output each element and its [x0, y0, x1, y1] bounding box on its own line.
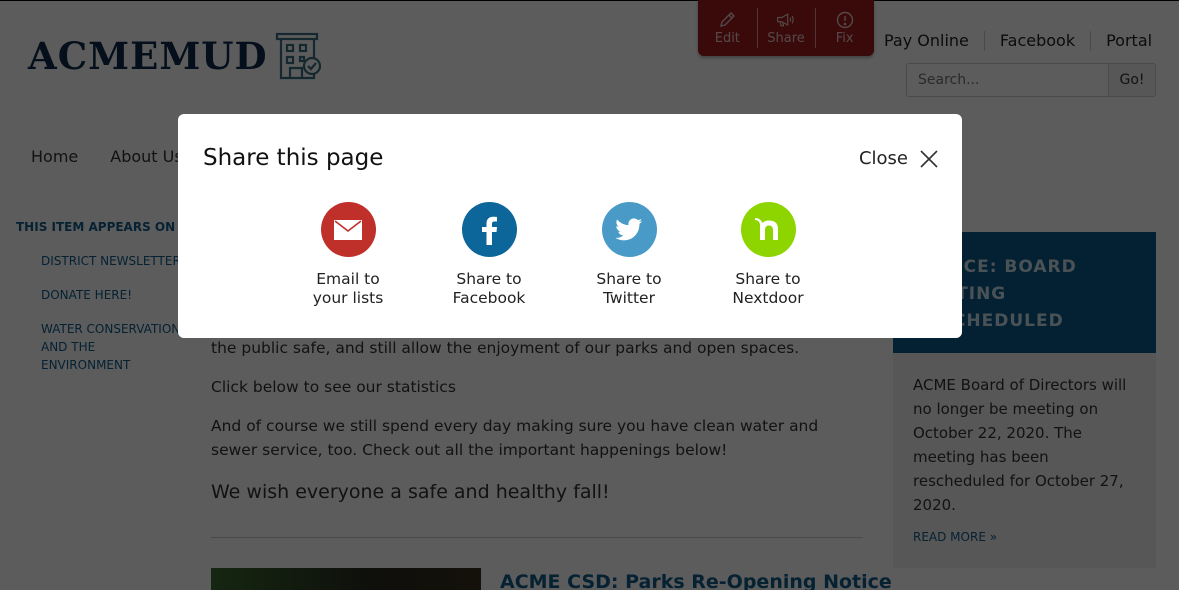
label-line: your lists	[312, 289, 384, 307]
share-modal: Share this page Close Email to your list…	[178, 114, 962, 338]
close-icon	[920, 149, 938, 168]
close-label: Close	[858, 148, 908, 169]
label-line: Share to	[735, 270, 801, 288]
share-email-option[interactable]: Email to your lists	[288, 202, 408, 308]
close-button[interactable]: Close	[859, 148, 938, 169]
share-nextdoor-label: Share to Nextdoor	[732, 270, 803, 308]
twitter-icon	[601, 202, 657, 257]
share-email-label: Email to your lists	[313, 270, 384, 308]
label-line: Share to	[596, 270, 662, 288]
label-line: Nextdoor	[732, 289, 804, 307]
facebook-icon	[461, 202, 517, 257]
nextdoor-icon	[740, 202, 796, 257]
share-facebook-option[interactable]: Share to Facebook	[429, 202, 549, 308]
share-twitter-label: Share to Twitter	[596, 270, 661, 308]
share-nextdoor-option[interactable]: Share to Nextdoor	[708, 202, 828, 308]
share-twitter-option[interactable]: Share to Twitter	[569, 202, 689, 308]
modal-title: Share this page	[203, 145, 384, 171]
label-line: Twitter	[603, 289, 655, 307]
share-facebook-label: Share to Facebook	[453, 270, 526, 308]
label-line: Email to	[316, 270, 380, 288]
label-line: Share to	[456, 270, 522, 288]
label-line: Facebook	[452, 289, 526, 307]
email-icon	[320, 202, 376, 257]
